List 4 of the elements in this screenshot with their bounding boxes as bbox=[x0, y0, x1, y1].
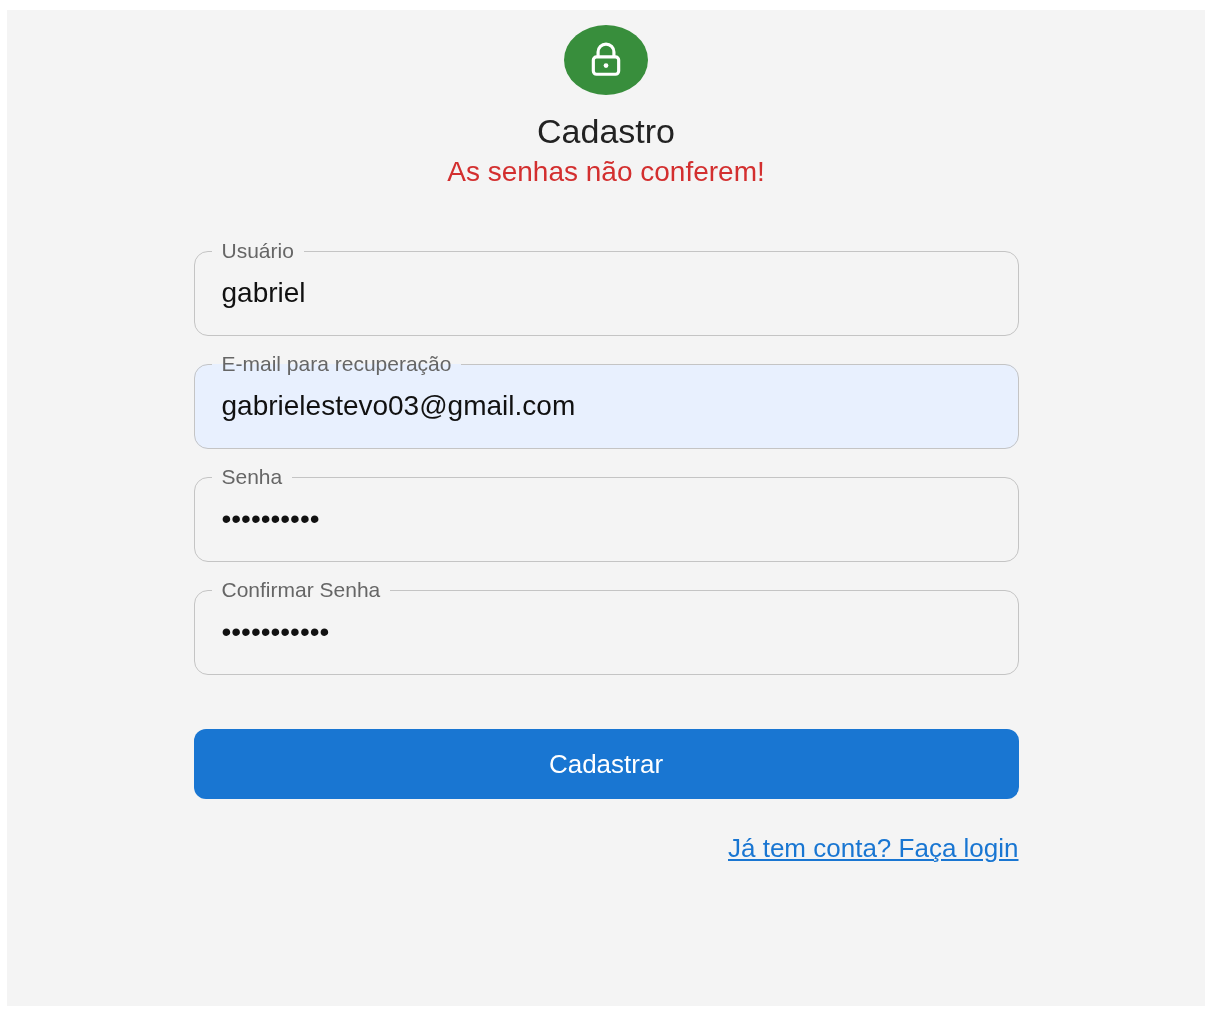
page-title: Cadastro bbox=[537, 111, 675, 151]
login-link[interactable]: Já tem conta? Faça login bbox=[728, 833, 1019, 864]
error-message: As senhas não conferem! bbox=[447, 155, 765, 189]
submit-button[interactable]: Cadastrar bbox=[193, 729, 1019, 799]
